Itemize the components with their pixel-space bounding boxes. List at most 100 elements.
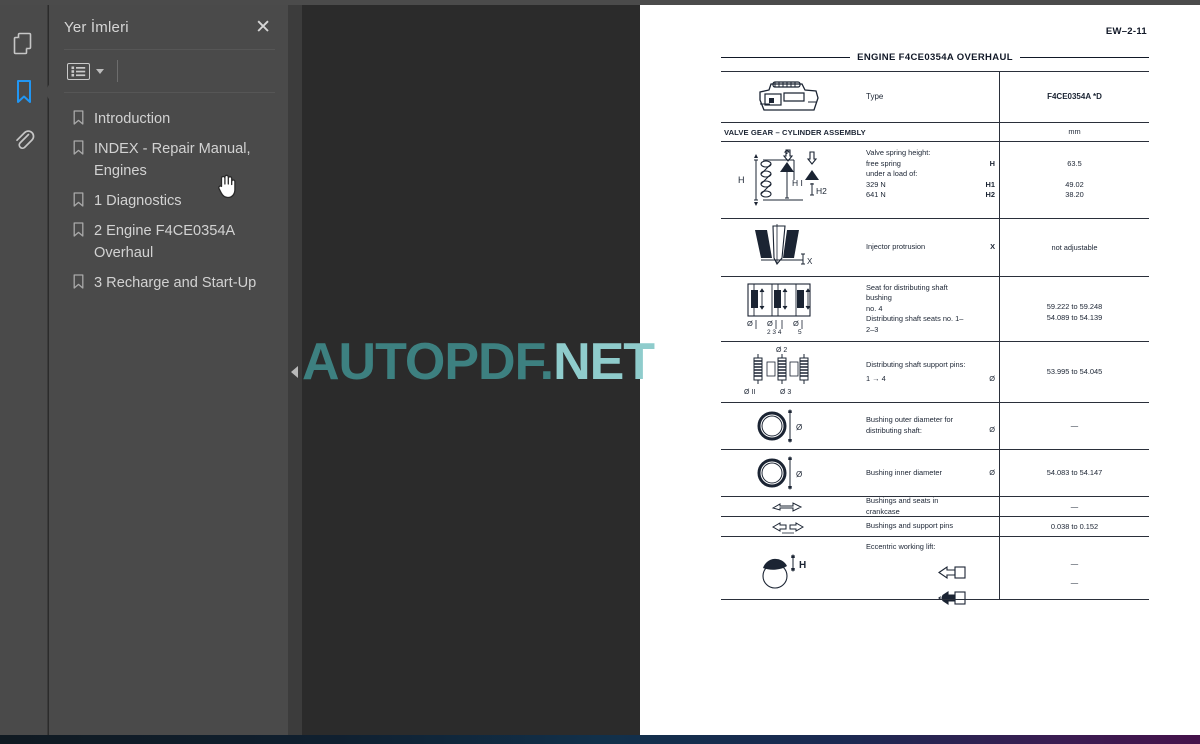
close-icon[interactable]: ✕: [251, 16, 275, 39]
row-symbol-cell: H H1 H2: [973, 142, 999, 218]
svg-text:H I: H I: [792, 178, 803, 188]
row-symbol: X: [990, 242, 995, 252]
header-value-label: F4CE0354A *D: [1047, 92, 1102, 101]
row-desc-line: Seat for distributing shaft bushing: [866, 282, 948, 303]
watermark-dark-part: AUTOPDF.: [302, 333, 554, 391]
chevron-down-icon[interactable]: [96, 68, 104, 74]
toolbar-divider: [117, 60, 118, 82]
attachment-icon[interactable]: [4, 116, 44, 164]
row-value: 59.222 to 59.248: [1046, 302, 1103, 312]
row-symbol-cell: [973, 537, 999, 599]
row-desc-line: 641 N: [866, 190, 886, 200]
row-symbol-cell: Ø: [973, 403, 999, 449]
row-desc-cell: Bushing outer diameter for distributing …: [856, 403, 973, 449]
row-desc-line: Bushings and seats in crankcase: [866, 495, 939, 516]
row-value-cell: 54.083 to 54.147: [999, 450, 1149, 496]
page-title: ENGINE F4CE0354A OVERHAUL: [857, 52, 1013, 63]
bookmark-item-label: Introduction: [94, 111, 171, 127]
watermark: AUTOPDF.NET: [302, 332, 655, 392]
bookmark-item-index[interactable]: INDEX - Repair Manual, Engines: [49, 134, 288, 186]
svg-text:Ø: Ø: [796, 423, 802, 432]
row-value-cell: 53.995 to 54.045: [999, 342, 1149, 402]
row-value: 54.089 to 54.139: [1046, 313, 1103, 322]
table-header-row: Type F4CE0354A *D: [721, 71, 1149, 122]
section-bar-unit: mm: [1068, 127, 1081, 136]
row-value: [1004, 148, 1145, 159]
row-value: 54.083 to 54.147: [1046, 468, 1103, 477]
row-symbol: [973, 148, 995, 159]
bookmark-item-label: INDEX - Repair Manual, Engines: [94, 141, 251, 179]
bookmarks-toolbar: [49, 50, 288, 92]
row-desc-cell: Eccentric working lift:: [856, 537, 973, 605]
bookmark-item-engine-overhaul[interactable]: 2 Engine F4CE0354A Overhaul: [49, 216, 288, 268]
row-desc-line: distributing shaft:: [866, 426, 922, 435]
support-pins-icon: Ø 2 Ø II Ø 3: [721, 342, 856, 402]
row-symbol-cell: X: [973, 219, 999, 276]
clearance-fit-icon: [721, 517, 856, 536]
svg-text:Ø II: Ø II: [744, 389, 755, 396]
row-symbol-cell: [973, 517, 999, 536]
title-rule-right: [1019, 57, 1149, 58]
row-desc-line: 329 N: [866, 179, 886, 189]
svg-text:Ø: Ø: [793, 319, 799, 328]
row-desc-line: Eccentric working lift:: [866, 542, 936, 551]
row-symbol: Ø: [989, 373, 995, 383]
list-options-icon[interactable]: [67, 62, 90, 80]
svg-text:Ø: Ø: [767, 319, 773, 328]
bookmark-item-label: 1 Diagnostics: [94, 193, 182, 209]
row-symbol-cell: Ø: [973, 450, 999, 496]
row-symbol: H1: [985, 179, 995, 189]
table-row: Bushings and support pins 0.038 to 0.152: [721, 516, 1149, 536]
bookmark-item-diagnostics[interactable]: 1 Diagnostics: [49, 186, 288, 216]
table-row: Ø Ø Ø 2 3 4 5 Seat for distributing shaf…: [721, 276, 1149, 341]
header-symbol-cell: [973, 72, 999, 122]
page-number-label: EW–2-11: [1105, 26, 1147, 37]
row-symbol: Ø: [989, 425, 995, 435]
bookmark-list: Introduction INDEX - Repair Manual, Engi…: [49, 93, 288, 298]
section-bar-label: VALVE GEAR – CYLINDER ASSEMBLY: [724, 127, 866, 137]
table-bottom-rule: [721, 599, 1149, 600]
row-desc-line: Valve spring height:: [866, 148, 931, 157]
row-desc-line: under a load of:: [866, 169, 918, 179]
table-row: X Injector protrusion X not adjustable: [721, 218, 1149, 276]
row-value-cell: —: [999, 403, 1149, 449]
section-bar-unit-cell: mm: [999, 123, 1149, 141]
interference-fit-icon: [721, 497, 856, 516]
injector-protrusion-icon: X: [721, 219, 856, 276]
row-desc-line: Injector protrusion: [866, 242, 926, 252]
bookmark-item-introduction[interactable]: Introduction: [49, 104, 288, 134]
bushing-inner-diameter-icon: Ø: [721, 450, 856, 496]
bookmark-marker-icon: [73, 274, 84, 294]
svg-text:5: 5: [798, 329, 802, 336]
valve-spring-icon: H H I H2: [721, 142, 856, 218]
bookmark-marker-icon: [73, 222, 84, 242]
row-symbol: H: [989, 158, 995, 168]
document-section-title: ENGINE F4CE0354A OVERHAUL: [721, 52, 1149, 63]
row-desc-cell: Distributing shaft support pins: 1 → 4: [856, 342, 973, 402]
pdf-page: EW–2-11 ENGINE F4CE0354A OVERHAUL Type F…: [640, 5, 1200, 739]
specification-table: Type F4CE0354A *D VALVE GEAR – CYLINDER …: [721, 71, 1149, 605]
table-section-bar: VALVE GEAR – CYLINDER ASSEMBLY mm: [721, 122, 1149, 141]
row-desc-cell: Valve spring height: free spring under a…: [856, 142, 973, 218]
bookmark-marker-icon: [73, 140, 84, 160]
row-value: —: [1070, 421, 1079, 430]
row-symbol-cell: [973, 497, 999, 516]
bookmark-icon[interactable]: [4, 68, 53, 116]
svg-text:X: X: [807, 257, 813, 266]
svg-text:H: H: [799, 560, 806, 571]
pages-thumbnails-icon[interactable]: [4, 20, 44, 68]
svg-text:Ø: Ø: [796, 470, 802, 479]
bookmark-item-label: 2 Engine F4CE0354A Overhaul: [94, 223, 235, 261]
svg-text:Ø 3: Ø 3: [780, 389, 791, 396]
mouse-cursor-pointer: [217, 173, 237, 204]
header-desc-cell: Type: [856, 72, 973, 122]
row-value-cell: —: [999, 497, 1149, 516]
row-value: 63.5: [1067, 158, 1082, 168]
collapse-sidebar-icon[interactable]: [291, 366, 298, 378]
table-row: Ø Bushing outer diameter for distributin…: [721, 402, 1149, 449]
row-desc-line: 1 → 4: [866, 373, 886, 383]
header-desc-label: Type: [866, 91, 884, 101]
exhaust-tool-icon: [937, 590, 967, 611]
bookmark-item-recharge-startup[interactable]: 3 Recharge and Start-Up: [49, 268, 288, 298]
row-desc-line: Bushings and support pins: [866, 521, 954, 531]
